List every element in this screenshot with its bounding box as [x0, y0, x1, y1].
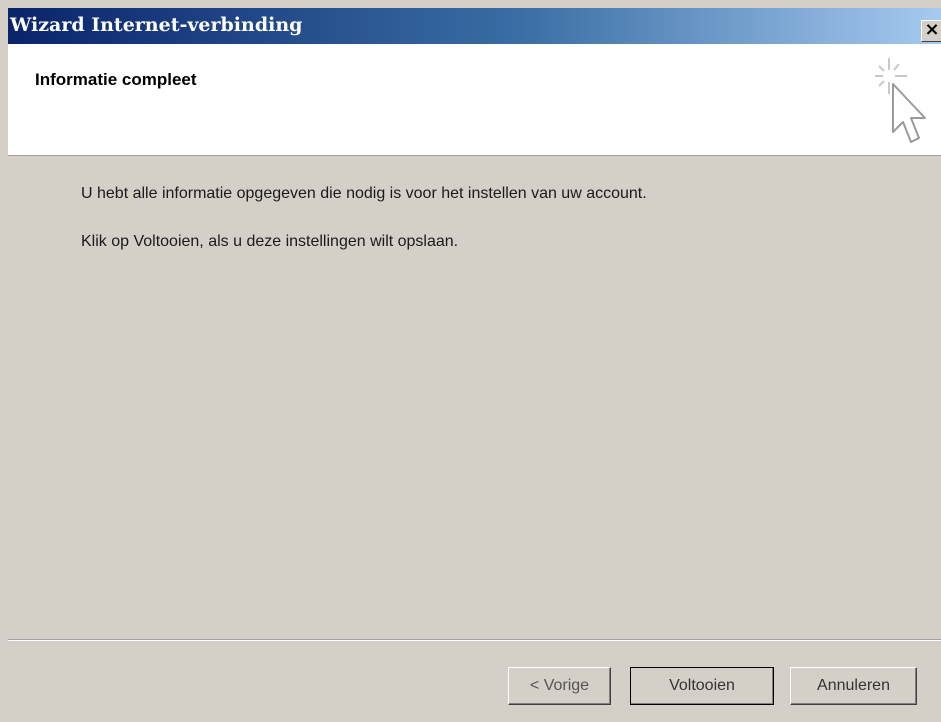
- cancel-button[interactable]: Annuleren: [790, 667, 917, 705]
- wizard-content: U hebt alle informatie opgegeven die nod…: [8, 157, 941, 639]
- window-title: Wizard Internet-verbinding: [10, 14, 303, 36]
- instruction-message: Klik op Voltooien, als u deze instelling…: [81, 233, 459, 250]
- close-button[interactable]: ×: [921, 20, 941, 42]
- close-icon: ×: [924, 19, 940, 40]
- finish-button[interactable]: Voltooien: [630, 667, 774, 705]
- back-button[interactable]: < Vorige: [508, 667, 611, 705]
- title-bar[interactable]: Wizard Internet-verbinding ×: [8, 8, 941, 44]
- wizard-dialog: Wizard Internet-verbinding × Informatie …: [0, 0, 941, 722]
- footer-divider: [8, 639, 941, 641]
- wizard-header: Informatie compleet: [8, 44, 941, 156]
- page-title: Informatie compleet: [35, 70, 197, 89]
- info-message: U hebt alle informatie opgegeven die nod…: [81, 185, 647, 202]
- wizard-cursor-icon: [875, 58, 926, 143]
